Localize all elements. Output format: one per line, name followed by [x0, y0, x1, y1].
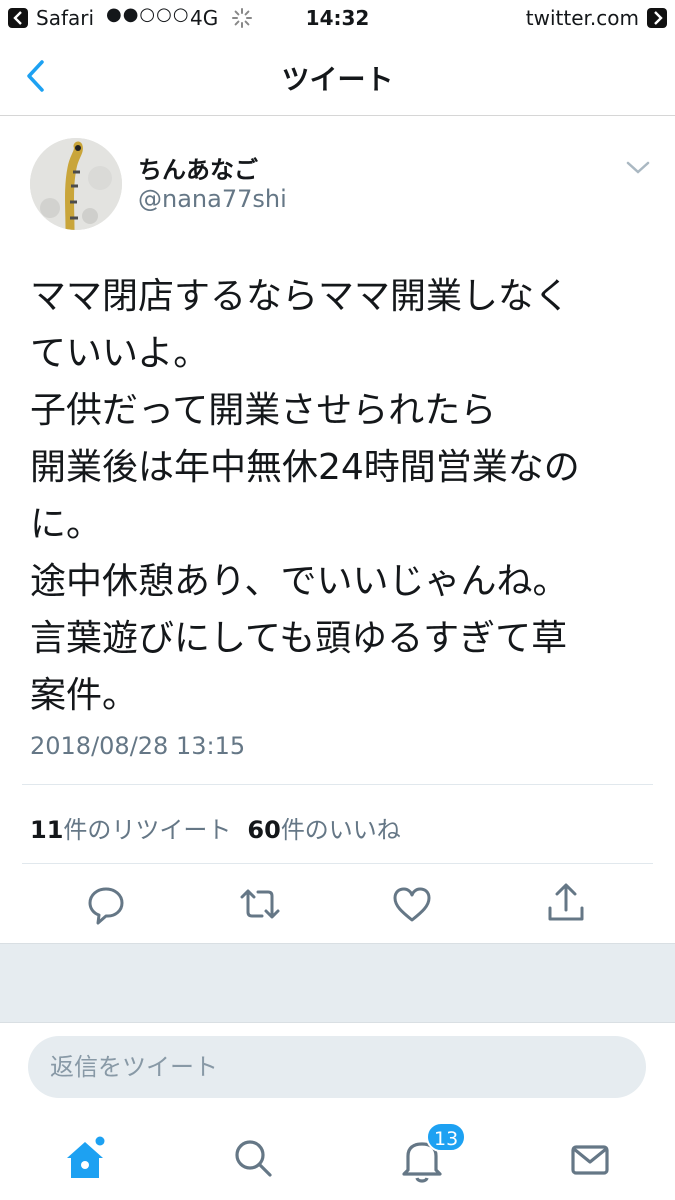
divider [22, 784, 653, 785]
share-icon[interactable] [544, 880, 588, 928]
navigation-bar: ツイート [0, 36, 675, 116]
tweet-actions [0, 880, 675, 930]
home-icon[interactable] [58, 1128, 118, 1188]
tweet-text-line: 案件。 [30, 675, 139, 716]
reply-input[interactable] [50, 1036, 630, 1098]
search-icon[interactable] [222, 1128, 282, 1188]
reply-icon[interactable] [84, 880, 128, 928]
divider [22, 863, 653, 864]
forward-icon[interactable] [647, 8, 667, 28]
tweet-text-line: 子供だって開業させられたら [30, 390, 497, 431]
tweet-text-line: ていいよ。 [30, 333, 210, 374]
tweet-text-line: 言葉遊びにしても頭ゆるすぎて草 [30, 618, 568, 659]
retweet-icon[interactable] [238, 880, 282, 928]
retweet-label: 件のリツイート [63, 816, 232, 844]
likes-stat[interactable]: 60件のいいね [247, 816, 400, 844]
tweet-text-line: 開業後は年中無休24時間営業なの [30, 447, 580, 488]
retweets-stat[interactable]: 11件のリツイート [30, 816, 231, 844]
reply-composer[interactable] [28, 1036, 646, 1098]
heart-icon[interactable] [390, 880, 434, 928]
notification-badge: 13 [426, 1122, 467, 1152]
status-bar: Safari ●●○○○ 4G 14:32 twitter.com [0, 0, 675, 36]
tweet-timestamp: 2018/08/28 13:15 [30, 732, 246, 760]
display-name[interactable]: ちんあなご [138, 150, 258, 185]
avatar[interactable] [30, 138, 122, 230]
section-separator [0, 943, 675, 1023]
user-handle[interactable]: @nana77shi [138, 185, 287, 213]
like-count: 60 [247, 816, 281, 844]
tweet-text-line: に。 [30, 504, 103, 545]
tweet-text: ママ閉店するならママ開業しなく ていいよ。 子供だって開業させられたら 開業後は… [30, 268, 650, 724]
like-label: 件のいいね [280, 816, 401, 844]
messages-icon[interactable] [560, 1128, 620, 1188]
status-host: twitter.com [525, 6, 639, 30]
tweet-text-line: 途中休憩あり、でいいじゃんね。 [30, 561, 569, 602]
chevron-down-icon[interactable] [624, 158, 652, 178]
page-title: ツイート [281, 63, 394, 96]
tab-bar [0, 1110, 675, 1200]
tweet-text-line: ママ閉店するならママ開業しなく [30, 276, 571, 317]
tweet-stats: 11件のリツイート 60件のいいね [30, 810, 401, 845]
retweet-count: 11 [30, 816, 64, 844]
